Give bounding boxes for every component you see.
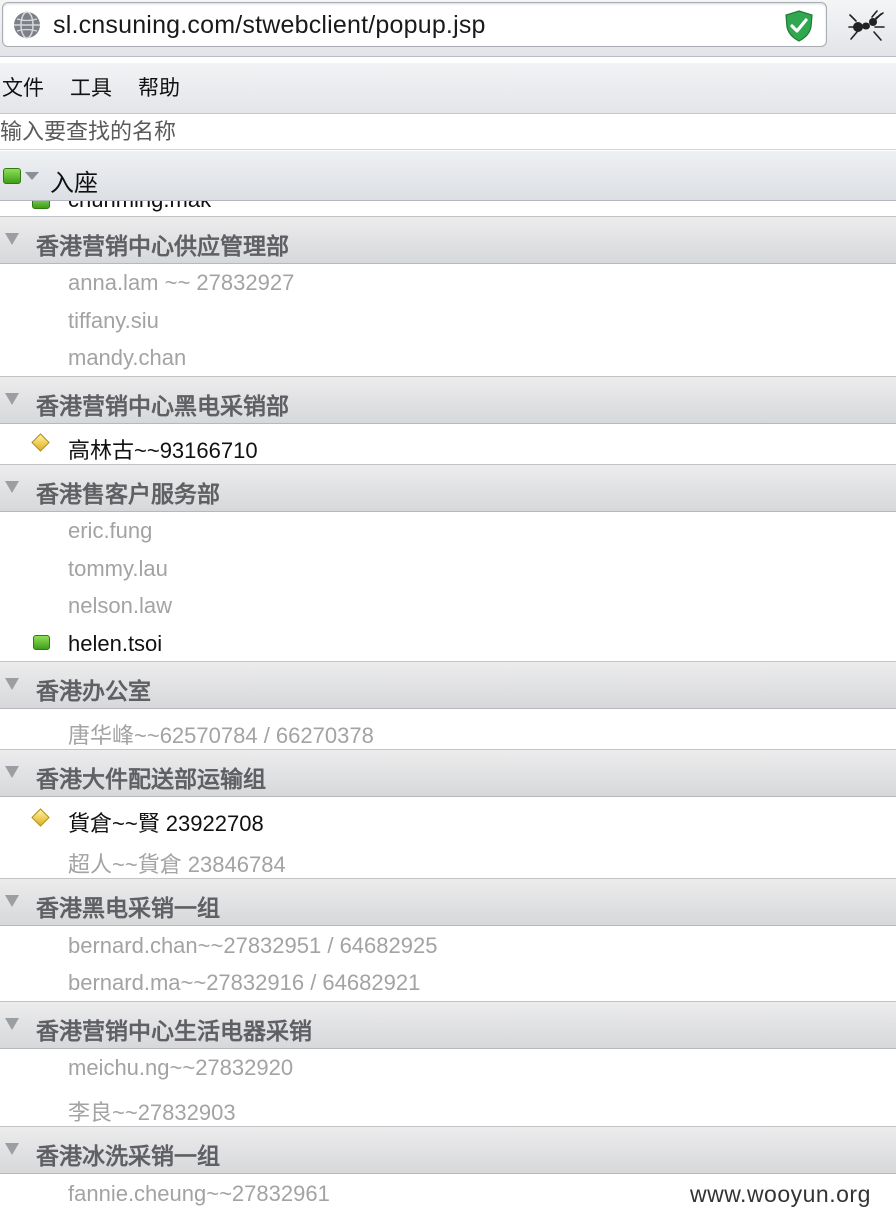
expand-triangle-icon — [5, 481, 19, 493]
chevron-down-icon[interactable] — [25, 172, 39, 180]
list-item[interactable]: meichu.ng~~27832920 — [68, 1055, 293, 1081]
list-item[interactable]: chunming.mak — [68, 201, 211, 213]
list-item[interactable]: 貨倉~~賢 23922708 — [68, 806, 264, 838]
url-text: sl.cnsuning.com/stwebclient/popup.jsp — [53, 11, 486, 39]
list-item[interactable]: tommy.lau — [68, 556, 168, 582]
group-name: 香港大件配送部运输组 — [36, 766, 266, 792]
expand-triangle-icon — [5, 895, 19, 907]
list-item[interactable]: 唐华峰~~62570784 / 66270378 — [68, 718, 374, 750]
group-header[interactable]: 香港营销中心黑电采销部 — [0, 376, 896, 424]
group-header[interactable]: 香港营销中心供应管理部 — [0, 216, 896, 264]
online-status-icon — [32, 201, 50, 209]
list-item[interactable]: 李良~~27832903 — [68, 1095, 236, 1127]
group-name: 香港黑电采销一组 — [36, 895, 220, 921]
list-item[interactable]: bernard.chan~~27832951 / 64682925 — [68, 933, 437, 959]
list-item[interactable]: nelson.law — [68, 593, 172, 619]
globe-icon — [14, 11, 40, 39]
list-item[interactable]: fannie.cheung~~27832961 — [68, 1181, 330, 1207]
search-bar — [0, 115, 896, 150]
expand-triangle-icon — [5, 393, 19, 405]
expand-triangle-icon — [5, 766, 19, 778]
watermark: www.wooyun.org — [690, 1181, 871, 1207]
expand-triangle-icon — [5, 1018, 19, 1030]
list-item[interactable]: 高林古~~93166710 — [68, 433, 258, 465]
group-header[interactable]: 香港办公室 — [0, 661, 896, 709]
status-label[interactable]: 入座 — [50, 163, 98, 198]
menu-tools[interactable]: 工具 — [70, 72, 112, 102]
contact-list[interactable]: chunming.mak 香港营销中心供应管理部 anna.lam ~~ 278… — [0, 201, 896, 1224]
security-shield-icon[interactable] — [784, 10, 814, 42]
list-item[interactable]: 超人~~貨倉 23846784 — [68, 847, 286, 879]
expand-triangle-icon — [5, 233, 19, 245]
search-input[interactable] — [0, 115, 880, 149]
ant-extension-icon[interactable] — [848, 9, 886, 43]
list-item[interactable]: anna.lam ~~ 27832927 — [68, 270, 294, 296]
group-header[interactable]: 香港黑电采销一组 — [0, 878, 896, 926]
away-status-icon — [31, 808, 50, 827]
group-name: 香港售客户服务部 — [36, 481, 220, 507]
group-name: 香港营销中心供应管理部 — [36, 233, 289, 259]
group-header[interactable]: 香港售客户服务部 — [0, 464, 896, 512]
expand-triangle-icon — [5, 678, 19, 690]
status-row[interactable] — [0, 151, 896, 201]
online-status-icon — [33, 635, 50, 650]
menu-help[interactable]: 帮助 — [138, 72, 180, 102]
away-status-icon — [31, 433, 50, 452]
menu-file[interactable]: 文件 — [2, 72, 44, 102]
url-field[interactable]: sl.cnsuning.com/stwebclient/popup.jsp — [2, 2, 827, 47]
group-name: 香港营销中心黑电采销部 — [36, 393, 289, 419]
browser-address-bar: sl.cnsuning.com/stwebclient/popup.jsp — [0, 0, 896, 57]
list-item[interactable]: bernard.ma~~27832916 / 64682921 — [68, 970, 420, 996]
list-item[interactable]: tiffany.siu — [68, 308, 159, 334]
list-item[interactable]: eric.fung — [68, 518, 152, 544]
group-header[interactable]: 香港冰洗采销一组 — [0, 1126, 896, 1174]
list-item[interactable]: mandy.chan — [68, 345, 186, 371]
list-item[interactable]: helen.tsoi — [68, 631, 162, 657]
menu-bar: 文件 工具 帮助 — [0, 63, 896, 114]
online-status-icon[interactable] — [3, 168, 21, 184]
group-header[interactable]: 香港大件配送部运输组 — [0, 749, 896, 797]
group-header[interactable]: 香港营销中心生活电器采销 — [0, 1001, 896, 1049]
expand-triangle-icon — [5, 1143, 19, 1155]
group-name: 香港冰洗采销一组 — [36, 1143, 220, 1169]
group-name: 香港办公室 — [36, 678, 151, 704]
group-name: 香港营销中心生活电器采销 — [36, 1018, 312, 1044]
